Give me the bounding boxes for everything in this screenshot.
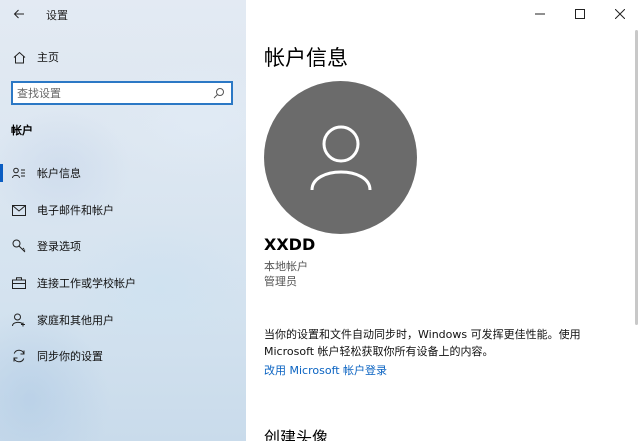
briefcase-icon (11, 275, 27, 291)
sidebar-item-label: 电子邮件和帐户 (37, 204, 114, 217)
account-type: 本地帐户 (264, 260, 308, 273)
title-bar: 设置 (0, 0, 246, 28)
add-person-icon (11, 312, 27, 328)
sidebar-item-label: 登录选项 (37, 240, 81, 253)
sidebar-item-label: 家庭和其他用户 (37, 314, 114, 327)
search-box[interactable] (11, 81, 233, 105)
sidebar-item-sign-in-options[interactable]: 登录选项 (0, 233, 246, 259)
sidebar-item-sync[interactable]: 同步你的设置 (0, 343, 246, 369)
account-role: 管理员 (264, 275, 297, 288)
page-title: 帐户信息 (264, 46, 348, 70)
main-content: 帐户信息 XXDD 本地帐户 管理员 当你的设置和文件自动同步时，Windows… (246, 0, 640, 441)
section-title: 帐户 (11, 124, 33, 137)
user-icon (310, 125, 371, 190)
create-avatar-heading: 创建头像 (264, 428, 329, 441)
username: XXDD (264, 235, 316, 254)
mail-icon (11, 202, 27, 218)
minimize-icon (535, 13, 545, 15)
sidebar-item-label: 主页 (37, 51, 59, 64)
maximize-icon (575, 9, 585, 19)
sidebar-item-family[interactable]: 家庭和其他用户 (0, 307, 246, 333)
avatar (264, 81, 417, 234)
scrollbar[interactable] (635, 30, 638, 325)
close-button[interactable] (600, 0, 640, 28)
sidebar-item-work-school[interactable]: 连接工作或学校帐户 (0, 270, 246, 296)
back-button[interactable] (8, 4, 30, 24)
account-info-icon (11, 165, 27, 181)
window-controls (520, 0, 640, 28)
close-icon (615, 9, 625, 19)
maximize-button[interactable] (560, 0, 600, 28)
sidebar-item-email[interactable]: 电子邮件和帐户 (0, 197, 246, 223)
back-arrow-icon (13, 9, 24, 19)
sidebar: 设置 主页 帐户 帐户信息 (0, 0, 246, 441)
app-title: 设置 (46, 9, 68, 22)
sidebar-item-label: 连接工作或学校帐户 (37, 277, 136, 290)
home-icon (11, 49, 27, 65)
search-icon[interactable] (213, 87, 225, 99)
sync-icon (11, 348, 27, 364)
sidebar-item-home[interactable]: 主页 (0, 45, 246, 69)
sidebar-item-label: 同步你的设置 (37, 350, 103, 363)
minimize-button[interactable] (520, 0, 560, 28)
sync-description: 当你的设置和文件自动同步时，Windows 可发挥更佳性能。使用 Microso… (264, 328, 581, 358)
sidebar-item-label: 帐户信息 (37, 167, 81, 180)
search-input[interactable] (13, 84, 203, 102)
sidebar-item-account-info[interactable]: 帐户信息 (0, 160, 246, 186)
microsoft-signin-link[interactable]: 改用 Microsoft 帐户登录 (264, 362, 387, 378)
key-icon (11, 238, 27, 254)
